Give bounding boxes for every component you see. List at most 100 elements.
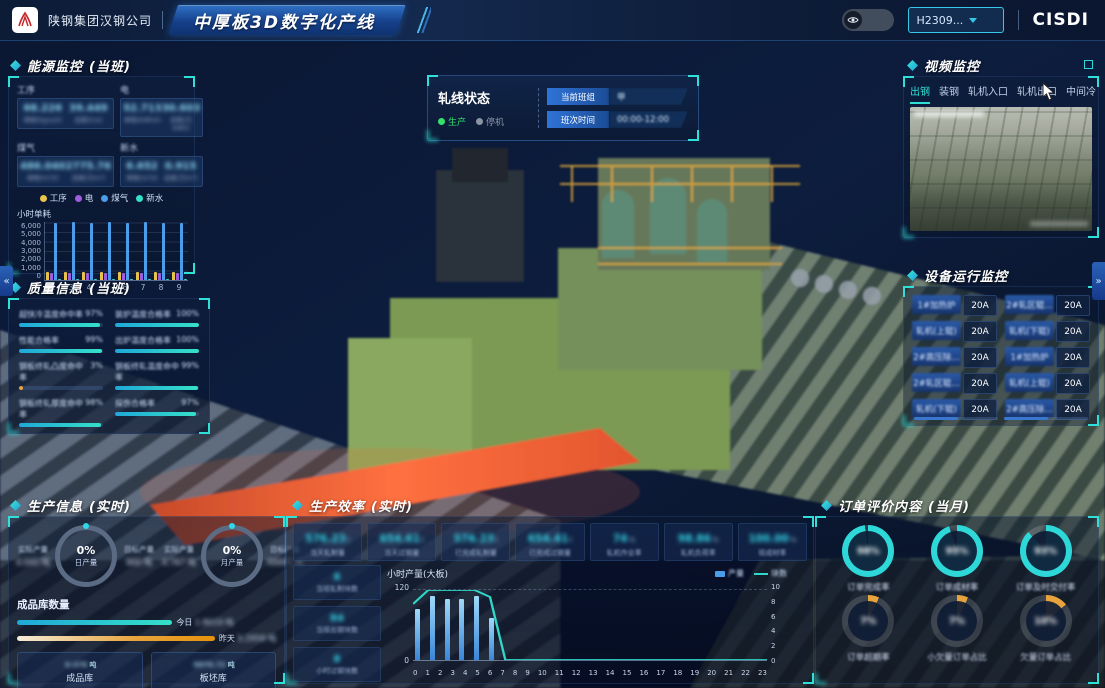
production-gauge: 实际产量0.767 吨 0%月产量 目标产量50000 吨	[159, 525, 305, 587]
visibility-toggle[interactable]	[842, 9, 894, 31]
header-divider	[162, 11, 163, 29]
warehouse-cards: 0.476吨 成品库 8876.72吨 板坯库	[17, 652, 276, 688]
quality-metric-label: 钢板终轧凸度命中率	[19, 361, 90, 383]
equipment-current-value: 20A	[963, 295, 997, 316]
order-kpi-donut: 7% 小欠量订单占比	[915, 595, 1000, 663]
hourly-chart-right-axis: 1086420	[771, 583, 787, 665]
quality-progress-track	[115, 349, 199, 353]
equipment-current-value: 20A	[1056, 295, 1090, 316]
donut-label: 订单超期率	[847, 651, 890, 663]
video-tab-bar: 出钢 装钢 轧机入口 轧机出口 中间冷 电动辊	[904, 77, 1098, 104]
equipment-current-value: 20A	[963, 321, 997, 342]
quality-metric-label: 出炉温度合格率	[115, 335, 171, 346]
energy-group-card: 68.226单耗(kgce/t) 39.449总耗(tce)	[17, 98, 114, 129]
quality-metric-value: 98%	[85, 398, 103, 420]
equipment-label: 轧机(上辊)	[1005, 373, 1054, 392]
energy-group-name: 煤气	[17, 141, 114, 154]
legend-dot	[101, 195, 108, 202]
hourly-chart-xaxis: 01234567891011121314151617181920212223	[413, 669, 767, 677]
video-tab[interactable]: 轧机入口	[968, 83, 1008, 104]
quality-metric-value: 97%	[181, 398, 199, 409]
energy-unit-consumption: 6.652单耗(m³/t)	[126, 161, 158, 182]
equipment-chip[interactable]: 1#加热炉 20A	[1005, 347, 1090, 368]
orders-panel: 98% 订单完成率 95% 订单成材率 93%	[815, 516, 1099, 684]
video-title-text: 视频监控	[924, 56, 980, 75]
equipment-current-value: 20A	[963, 347, 997, 368]
video-tab[interactable]: 装钢	[939, 83, 959, 104]
warehouse-title: 成品库数量	[17, 597, 284, 612]
production-gauges: 实际产量0.045 吨 0%日产量 目标产量900 吨 实际产量0.767 吨 …	[9, 517, 284, 587]
furnace-select[interactable]: H2309...	[908, 7, 1004, 33]
order-kpi-donut: 10% 欠量订单占比	[1003, 595, 1088, 663]
energy-panel: 工序 68.226单耗(kgce/t) 39.449总耗(tce) 电 52.7…	[8, 76, 195, 274]
equipment-scrollbar-right[interactable]	[1004, 417, 1088, 420]
efficiency-side-cards: 8当班轧制块数 84当班出钢块数 8小时过钢块数	[293, 565, 381, 682]
equipment-panel-title: 设备运行监控	[907, 266, 1008, 285]
cisdi-logo: CISDI	[1033, 10, 1089, 30]
donut-value: 98%	[842, 525, 894, 577]
energy-total-consumption: 2775.76总耗(万m³)	[66, 161, 112, 182]
quality-progress-track	[19, 323, 103, 327]
quality-progress-fill	[115, 349, 199, 353]
quality-progress-fill	[115, 323, 199, 327]
diamond-icon	[907, 270, 918, 281]
equipment-chip[interactable]: 1#加热炉 20A	[912, 295, 997, 316]
hourly-output-chart: 小时产量(大板) 产量 块数 1200 1086420 012345678910…	[387, 567, 787, 677]
equipment-chip[interactable]: 轧机(下辊) 20A	[1005, 321, 1090, 342]
equipment-chip[interactable]: 2#轧区辊… 20A	[1005, 295, 1090, 316]
bar-swatch	[715, 571, 725, 577]
equipment-current-value: 20A	[1056, 347, 1090, 368]
today-bar	[17, 620, 172, 625]
energy-period-text: (当班)	[89, 56, 131, 75]
diamond-icon	[821, 500, 832, 511]
energy-group-name: 新水	[120, 141, 203, 154]
gauge-ring: 0%日产量	[55, 525, 117, 587]
quality-metric-value: 100%	[176, 335, 199, 346]
line-swatch	[754, 573, 768, 575]
energy-groups: 工序 68.226单耗(kgce/t) 39.449总耗(tce) 电 52.7…	[9, 77, 194, 187]
equipment-current-value: 20A	[1056, 373, 1090, 394]
collapse-right-button[interactable]: »	[1092, 262, 1105, 300]
cctv-feed[interactable]	[910, 107, 1092, 231]
energy-total-consumption: 39.449总耗(tce)	[69, 103, 108, 124]
status-legend-item: 生产	[438, 115, 466, 128]
donut-label: 订单成材率	[936, 581, 979, 593]
order-kpi-grid: 98% 订单完成率 95% 订单成材率 93%	[816, 517, 1098, 671]
equipment-chip[interactable]: 轧机(上辊) 20A	[1005, 373, 1090, 394]
equipment-title-text: 设备运行监控	[924, 266, 1008, 285]
efficiency-stat-row: 576.23t 当天轧制量 654.61t 当天过钢量 576.23t 已完成轧…	[287, 517, 813, 561]
efficiency-panel: 576.23t 当天轧制量 654.61t 当天过钢量 576.23t 已完成轧…	[286, 516, 814, 684]
donut-ring: 7%	[842, 595, 894, 647]
equipment-label: 轧机(下辊)	[1005, 321, 1054, 340]
equipment-chip[interactable]: 轧机(上辊) 20A	[912, 321, 997, 342]
quality-metric: 钢板终轧凸度命中率3%	[19, 361, 103, 390]
panel-collapse-icon[interactable]	[1084, 60, 1093, 69]
equipment-label: 2#高压除…	[912, 347, 961, 366]
equipment-chip[interactable]: 2#轧区辊… 20A	[912, 373, 997, 394]
legend-item: 工序	[40, 192, 67, 204]
donut-value: 93%	[1020, 525, 1072, 577]
energy-chart-label: 小时单耗	[17, 208, 194, 220]
production-panel-title: 生产信息 (实时)	[10, 496, 131, 515]
energy-group-card: 486.040单耗(m³/t) 2775.76总耗(万m³)	[17, 156, 114, 187]
efficiency-stat-card: 576.23t 已完成轧制量	[441, 523, 510, 561]
equipment-current-value: 20A	[1056, 321, 1090, 342]
legend-item: 煤气	[101, 192, 128, 204]
efficiency-panel-title: 生产效率 (实时)	[292, 496, 413, 515]
production-panel: 实际产量0.045 吨 0%日产量 目标产量900 吨 实际产量0.767 吨 …	[8, 516, 285, 684]
efficiency-side-card: 8小时过钢块数	[293, 647, 381, 682]
company-name: 陕钢集团汉钢公司	[48, 12, 152, 29]
warehouse-card: 0.476吨 成品库	[17, 652, 143, 688]
donut-value: 7%	[931, 595, 983, 647]
line-status-title: 轧线状态	[438, 88, 530, 107]
equipment-scrollbar-left[interactable]	[914, 417, 998, 420]
production-period-text: (实时)	[89, 496, 131, 515]
equipment-grid: 1#加热炉 20A 2#轧区辊… 20A 轧机(上辊) 20A 轧机(下辊) 2…	[904, 287, 1098, 424]
line-status-panel: 轧线状态 生产 停机 当前班组 甲 班次时间 00:00-12:00	[427, 75, 699, 141]
equipment-chip[interactable]: 2#高压除… 20A	[912, 347, 997, 368]
quality-progress-track	[19, 349, 103, 353]
order-kpi-donut: 98% 订单完成率	[826, 525, 911, 593]
collapse-left-button[interactable]: «	[0, 266, 13, 296]
top-bar: 陕钢集团汉钢公司 中厚板3D数字化产线 H2309... CISDI	[0, 0, 1105, 41]
hourly-chart-title: 小时产量(大板)	[387, 567, 448, 580]
